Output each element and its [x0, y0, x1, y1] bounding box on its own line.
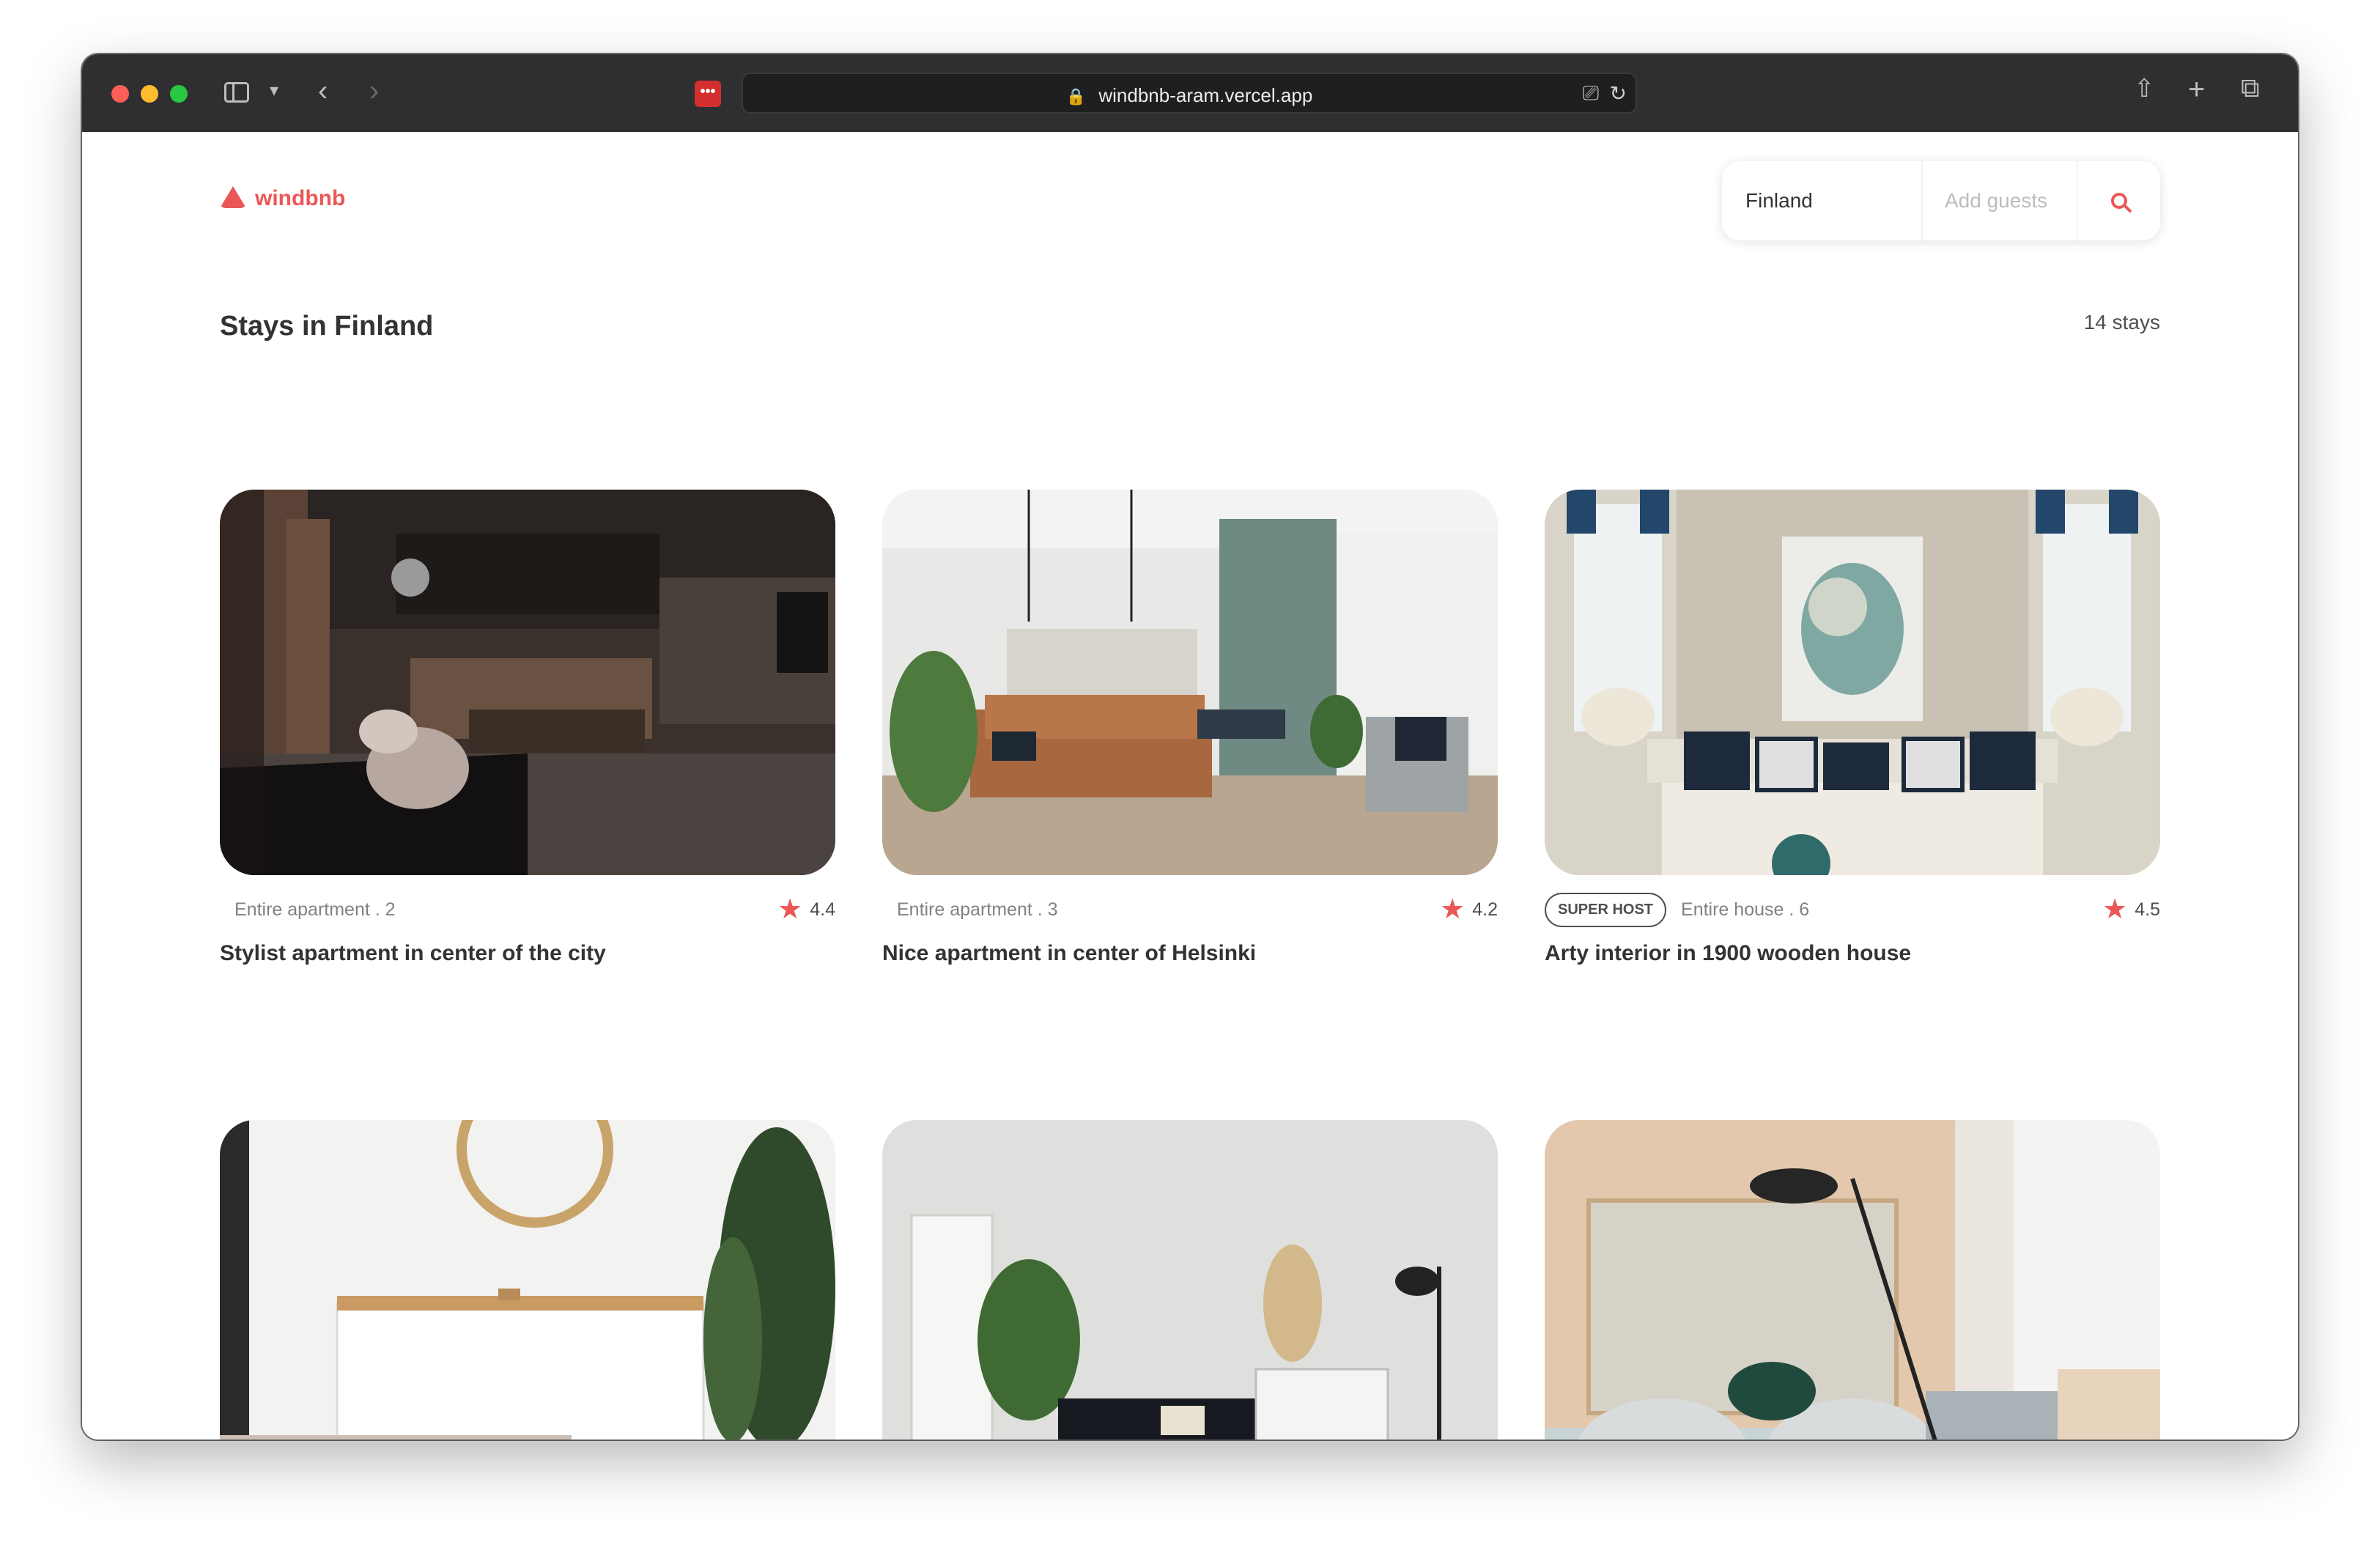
reload-icon[interactable]: ↻: [1610, 81, 1627, 106]
browser-toolbar: ▾ ‹ › ••• 🔒 windbnb-aram.vercel.app ⎚ ↻ …: [82, 54, 2298, 132]
new-tab-icon[interactable]: +: [2188, 75, 2205, 104]
guests-field[interactable]: Add guests: [1923, 161, 2078, 240]
page-title: Stays in Finland: [220, 311, 434, 342]
rating-value: 4.2: [1472, 899, 1498, 920]
star-icon: ★: [777, 894, 803, 925]
extension-icon[interactable]: •••: [695, 81, 721, 107]
search-icon: [2111, 193, 2127, 209]
star-icon: ★: [2102, 894, 2128, 925]
superhost-badge: SUPER HOST: [1545, 892, 1667, 927]
stay-photo[interactable]: [1545, 1120, 2160, 1440]
lock-icon: 🔒: [1065, 87, 1087, 106]
tab-overview-icon[interactable]: ⧉: [2241, 75, 2260, 101]
close-window-button[interactable]: [111, 85, 129, 103]
logo-icon: [220, 186, 246, 208]
stay-photo[interactable]: [1545, 490, 2160, 875]
translate-icon[interactable]: ⎚: [1583, 81, 1599, 106]
star-icon: ★: [1440, 894, 1466, 925]
logo-text: windbnb: [255, 186, 346, 210]
stay-type: Entire apartment . 3: [897, 899, 1058, 920]
stay-card[interactable]: SUPER HOST Entire house . 6 ★ 4.5 Arty i…: [1545, 490, 2160, 966]
stay-photo[interactable]: [882, 490, 1498, 875]
stay-type: Entire house . 6: [1681, 899, 1810, 920]
minimize-window-button[interactable]: [141, 85, 158, 103]
stay-card[interactable]: Entire apartment . 2 ★ 4.4 Stylist apart…: [220, 490, 835, 966]
stay-rating: ★ 4.4: [777, 896, 835, 924]
stay-card[interactable]: [882, 1120, 1498, 1440]
search-bar: Finland Add guests: [1722, 161, 2160, 240]
stay-rating: ★ 4.5: [2102, 896, 2160, 924]
zoom-window-button[interactable]: [170, 85, 188, 103]
stay-card[interactable]: Entire apartment . 3 ★ 4.2 Nice apartmen…: [882, 490, 1498, 966]
stay-photo[interactable]: [882, 1120, 1498, 1440]
share-icon[interactable]: ⇧: [2134, 76, 2155, 101]
browser-window: ▾ ‹ › ••• 🔒 windbnb-aram.vercel.app ⎚ ↻ …: [82, 54, 2298, 1440]
location-field[interactable]: Finland: [1722, 161, 1923, 240]
forward-arrow-icon[interactable]: ›: [369, 76, 379, 106]
stay-title[interactable]: Arty interior in 1900 wooden house: [1545, 941, 2160, 966]
stay-type: Entire apartment . 2: [234, 899, 396, 920]
logo[interactable]: windbnb: [220, 186, 345, 211]
back-arrow-icon[interactable]: ‹: [318, 76, 328, 106]
address-bar[interactable]: 🔒 windbnb-aram.vercel.app ⎚ ↻: [742, 73, 1637, 114]
search-button[interactable]: [2078, 161, 2160, 240]
url-text: windbnb-aram.vercel.app: [1098, 84, 1313, 106]
stays-count: 14 stays: [2083, 311, 2160, 333]
sidebar-toggle-icon[interactable]: [224, 82, 249, 103]
stay-photo[interactable]: [220, 490, 835, 875]
rating-value: 4.5: [2135, 899, 2160, 920]
stay-title[interactable]: Stylist apartment in center of the city: [220, 941, 835, 966]
page-content: windbnb Finland Add guests Stays in Finl…: [82, 132, 2298, 1440]
stay-rating: ★ 4.2: [1440, 896, 1498, 924]
stay-photo[interactable]: [220, 1120, 835, 1440]
stay-card[interactable]: [220, 1120, 835, 1440]
stay-card[interactable]: [1545, 1120, 2160, 1440]
stay-title[interactable]: Nice apartment in center of Helsinki: [882, 941, 1498, 966]
chevron-down-icon[interactable]: ▾: [270, 82, 278, 100]
rating-value: 4.4: [810, 899, 835, 920]
